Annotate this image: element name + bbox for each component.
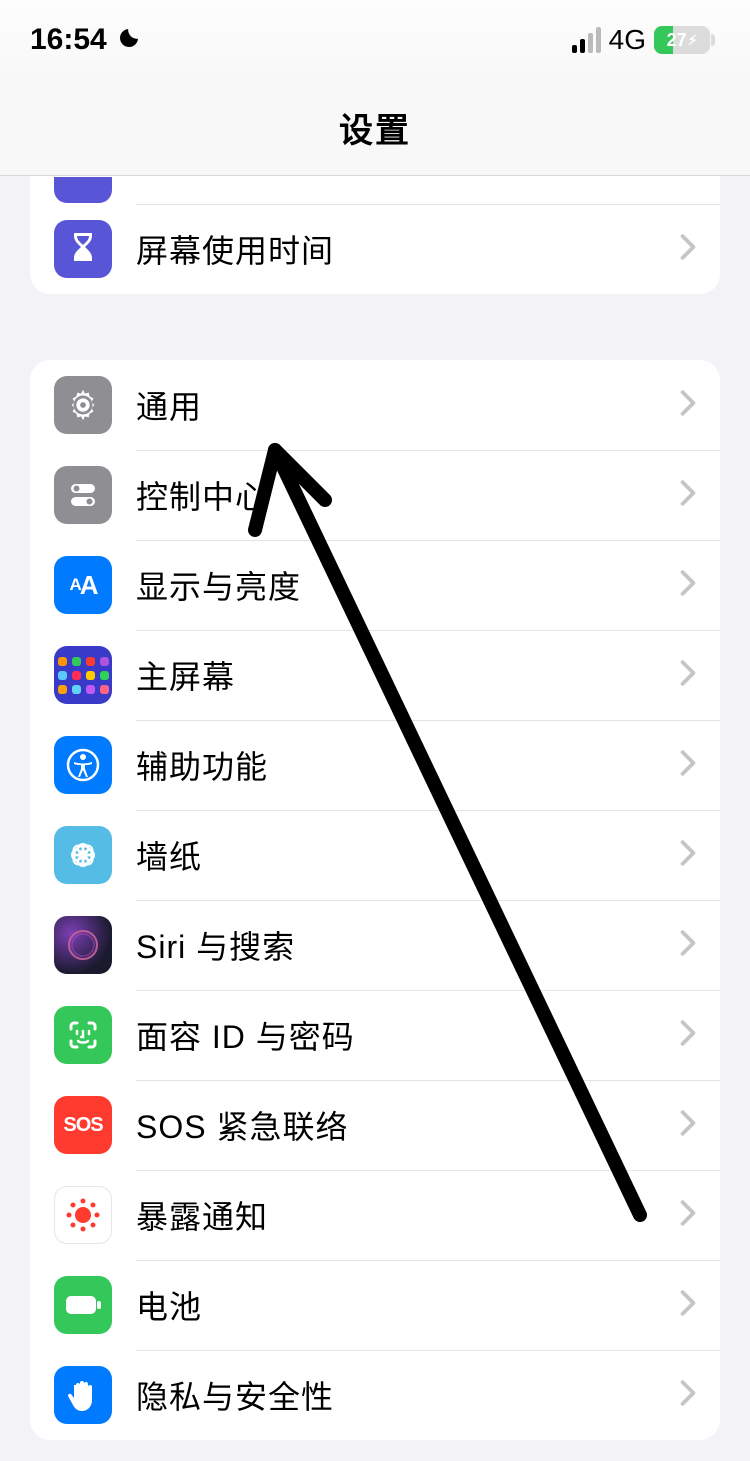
dnd-moon-icon — [117, 26, 141, 54]
status-bar: 16:54 4G 27⚡︎ — [0, 0, 750, 80]
hourglass-icon — [54, 220, 112, 278]
face-id-icon — [54, 1006, 112, 1064]
row-general[interactable]: 通用 — [30, 360, 720, 450]
row-label: 隐私与安全性 — [136, 1372, 680, 1418]
chevron-right-icon — [680, 480, 696, 511]
chevron-right-icon — [680, 1380, 696, 1411]
sos-icon: SOS — [54, 1096, 112, 1154]
app-grid-icon — [54, 646, 112, 704]
chevron-right-icon — [680, 1290, 696, 1321]
row-emergency-sos[interactable]: SOS SOS 紧急联络 — [30, 1080, 720, 1170]
row-label: 通用 — [136, 382, 680, 428]
row-label: 屏幕使用时间 — [136, 226, 680, 272]
settings-group-2: 通用 控制中心 AA 显示与亮度 — [30, 360, 720, 1440]
gear-icon — [54, 376, 112, 434]
text-size-icon: AA — [54, 556, 112, 614]
row-control-center[interactable]: 控制中心 — [30, 450, 720, 540]
status-time: 16:54 — [30, 23, 107, 57]
chevron-right-icon — [680, 1110, 696, 1141]
row-cutoff — [30, 176, 720, 204]
battery-icon — [54, 1276, 112, 1334]
row-label: 辅助功能 — [136, 742, 680, 788]
row-label: 显示与亮度 — [136, 562, 680, 608]
row-label: Siri 与搜索 — [136, 922, 680, 968]
row-privacy-security[interactable]: 隐私与安全性 — [30, 1350, 720, 1440]
chevron-right-icon — [680, 840, 696, 871]
row-label: 面容 ID 与密码 — [136, 1012, 680, 1058]
settings-group-1: 屏幕使用时间 — [30, 176, 720, 294]
row-label: 电池 — [136, 1282, 680, 1328]
chevron-right-icon — [680, 570, 696, 601]
chevron-right-icon — [680, 930, 696, 961]
cellular-signal-icon — [572, 27, 601, 53]
row-exposure-notifications[interactable]: 暴露通知 — [30, 1170, 720, 1260]
chevron-right-icon — [680, 1200, 696, 1231]
row-label: 主屏幕 — [136, 652, 680, 698]
row-wallpaper[interactable]: 墙纸 — [30, 810, 720, 900]
row-accessibility[interactable]: 辅助功能 — [30, 720, 720, 810]
chevron-right-icon — [680, 390, 696, 421]
row-label: 控制中心 — [136, 472, 680, 518]
chevron-right-icon — [680, 660, 696, 691]
row-screen-time[interactable]: 屏幕使用时间 — [30, 204, 720, 294]
row-label: 墙纸 — [136, 832, 680, 878]
toggles-icon — [54, 466, 112, 524]
wallpaper-icon — [54, 826, 112, 884]
row-battery[interactable]: 电池 — [30, 1260, 720, 1350]
battery-indicator: 27⚡︎ — [654, 26, 710, 54]
siri-icon — [54, 916, 112, 974]
chevron-right-icon — [680, 750, 696, 781]
row-home-screen[interactable]: 主屏幕 — [30, 630, 720, 720]
accessibility-icon — [54, 736, 112, 794]
row-label: SOS 紧急联络 — [136, 1102, 680, 1148]
row-label: 暴露通知 — [136, 1192, 680, 1238]
chevron-right-icon — [680, 1020, 696, 1051]
row-display-brightness[interactable]: AA 显示与亮度 — [30, 540, 720, 630]
page-title: 设置 — [0, 80, 750, 176]
row-face-id-passcode[interactable]: 面容 ID 与密码 — [30, 990, 720, 1080]
cutoff-icon — [54, 177, 112, 203]
chevron-right-icon — [680, 234, 696, 265]
row-siri-search[interactable]: Siri 与搜索 — [30, 900, 720, 990]
exposure-icon — [54, 1186, 112, 1244]
hand-icon — [54, 1366, 112, 1424]
network-label: 4G — [609, 24, 646, 56]
